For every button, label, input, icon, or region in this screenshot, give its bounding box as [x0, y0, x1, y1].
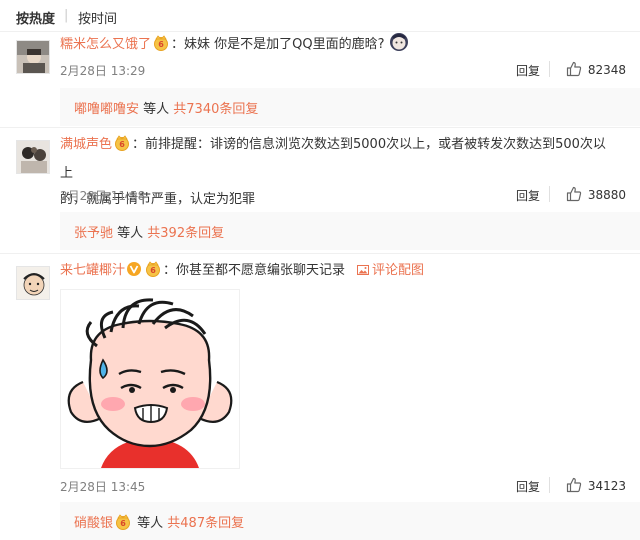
comment-text: 糯米怎么又饿了 6 ：妹妹 你是不是加了QQ里面的鹿晗?: [60, 32, 618, 62]
comment-content: ：妹妹 你是不是加了QQ里面的鹿晗?: [171, 37, 385, 52]
reply-summary[interactable]: 嘟噜嘟噜安 等人 共7340条回复: [60, 88, 640, 126]
like-count: 38880: [587, 188, 626, 202]
reply-button[interactable]: 回复: [516, 478, 540, 495]
divider: [549, 477, 550, 493]
comment-text: 来七罐椰汁 6 ：你甚至都不愿意编张聊天记录 评论配图: [60, 258, 618, 287]
image-icon: [357, 260, 370, 286]
reply-summary[interactable]: 硝酸银 6 等人 共487条回复: [60, 502, 640, 540]
vip-crown-badge-icon[interactable]: 6: [113, 135, 131, 161]
vip-crown-badge-icon[interactable]: 6: [152, 35, 170, 61]
comment-content-line1: ：前排提醒：诽谤的信息浏览次数达到5000次以上，或者被转发次数达到500次以上: [60, 137, 606, 181]
svg-text:6: 6: [150, 266, 156, 275]
divider: [0, 253, 640, 254]
comment-username[interactable]: 满城声色: [60, 137, 112, 152]
reply-count-link[interactable]: 共7340条回复: [173, 102, 258, 117]
view-comment-image-label: 评论配图: [372, 263, 425, 278]
comment-meta: 2月28日 11:58 回复 38880: [60, 185, 626, 205]
avatar[interactable]: [16, 40, 50, 74]
comment-date: 2月28日 13:45: [60, 480, 146, 494]
verified-v-badge-icon[interactable]: [126, 261, 142, 287]
reply-etc-label: 等人: [133, 516, 168, 531]
reply-count-link[interactable]: 共392条回复: [147, 226, 224, 241]
like-count: 34123: [587, 479, 626, 493]
thumbs-up-icon: [566, 477, 582, 496]
vip-crown-badge-icon[interactable]: 6: [144, 261, 162, 287]
thumbs-up-icon: [566, 186, 582, 205]
avatar[interactable]: [16, 266, 50, 300]
reply-etc-label: 等人: [139, 102, 174, 117]
divider: [549, 61, 550, 77]
svg-text:6: 6: [158, 40, 164, 49]
comment-image[interactable]: [60, 289, 240, 469]
reply-button[interactable]: 回复: [516, 62, 540, 79]
like-count: 82348: [587, 63, 626, 77]
sort-separator: |: [64, 8, 69, 23]
avatar[interactable]: [16, 140, 50, 174]
like-button[interactable]: 34123: [566, 476, 626, 496]
svg-text:6: 6: [120, 519, 126, 528]
sort-by-time-tab[interactable]: 按时间: [78, 8, 117, 27]
comment-username[interactable]: 糯米怎么又饿了: [60, 37, 151, 52]
like-button[interactable]: 38880: [566, 185, 626, 205]
vip-crown-badge-icon[interactable]: 6: [114, 514, 132, 534]
reply-username[interactable]: 嘟噜嘟噜安: [74, 102, 139, 117]
divider: [549, 186, 550, 202]
thumbs-up-icon: [566, 61, 582, 80]
sort-by-hot-tab[interactable]: 按热度: [16, 8, 55, 27]
svg-text:6: 6: [119, 140, 125, 149]
reply-button[interactable]: 回复: [516, 187, 540, 204]
comment-date: 2月28日 11:58: [60, 189, 146, 203]
reply-username[interactable]: 硝酸银: [74, 516, 113, 531]
reply-count-link[interactable]: 共487条回复: [167, 516, 244, 531]
comment-content: ：你甚至都不愿意编张聊天记录: [163, 263, 346, 278]
comment-meta: 2月28日 13:45 回复 34123: [60, 476, 626, 496]
comment-date: 2月28日 13:29: [60, 64, 146, 78]
reply-etc-label: 等人: [113, 226, 148, 241]
comment-item: 糯米怎么又饿了 6 ：妹妹 你是不是加了QQ里面的鹿晗? 2月28日 13:29 回…: [0, 32, 640, 127]
face-emoji-icon: [389, 32, 409, 62]
comment-item: 满城声色 6 ：前排提醒：诽谤的信息浏览次数达到5000次以上，或者被转发次数达到5…: [0, 130, 640, 251]
reply-summary[interactable]: 张予驰 等人 共392条回复: [60, 212, 640, 250]
like-button[interactable]: 82348: [566, 60, 626, 80]
comment-meta: 2月28日 13:29 回复 82348: [60, 60, 626, 80]
divider: [0, 127, 640, 128]
view-comment-image-link[interactable]: 评论配图: [357, 263, 424, 278]
sort-bar: 按热度 | 按时间: [0, 0, 640, 32]
comment-username[interactable]: 来七罐椰汁: [60, 263, 125, 278]
comment-item: 来七罐椰汁 6 ：你甚至都不愿意编张聊天记录 评论配图 2月28日 13:45 …: [0, 256, 640, 540]
reply-username[interactable]: 张予驰: [74, 226, 113, 241]
